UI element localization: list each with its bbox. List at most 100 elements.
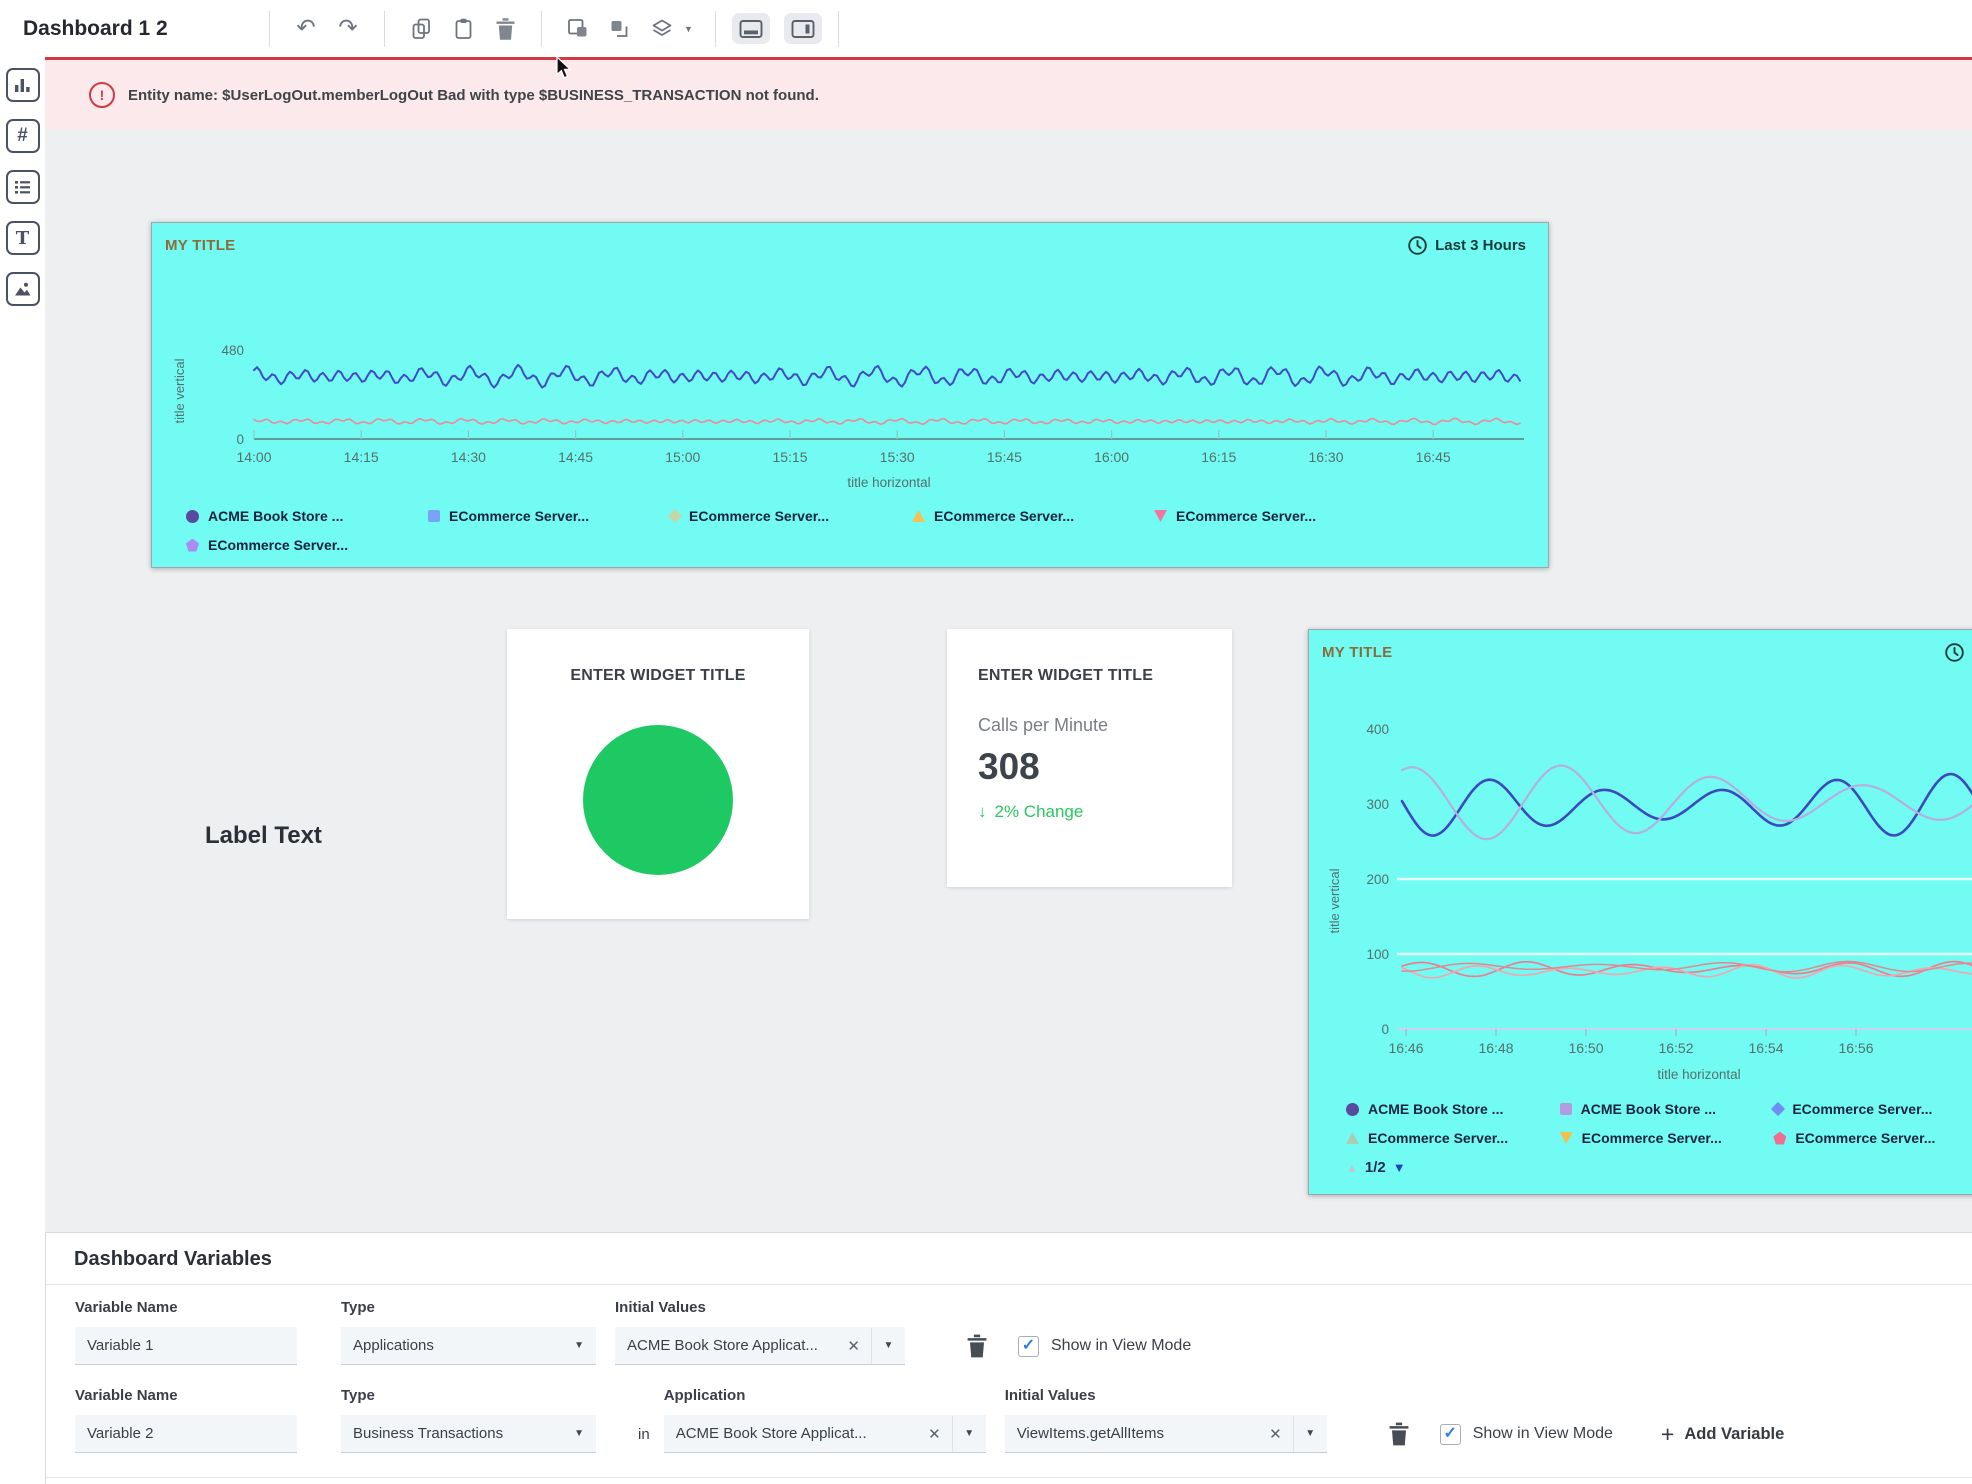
application-combo[interactable]: ACME Book Store Applicat... ✕ ▼ [664,1415,986,1453]
legend-label: ACME Book Store ... [208,508,343,524]
page-indicator: 1/2 [1365,1159,1386,1176]
svg-text:16:56: 16:56 [1838,1040,1873,1056]
delete-variable-button[interactable] [966,1333,988,1359]
initial-values-combo[interactable]: ViewItems.getAllItems✕▼ [1005,1415,1327,1453]
field-label: Type [341,1387,596,1405]
svg-text:15:30: 15:30 [880,449,915,465]
timeseries-widget-1[interactable]: MY TITLE Last 3 Hours 4800title vertical… [151,222,1549,568]
metric-change: ↓ 2% Change [978,802,1232,822]
legend-label: ECommerce Server... [689,508,829,524]
paste-icon [452,17,475,41]
clock-icon [1944,642,1965,663]
label-widget[interactable]: Label Text [205,822,322,850]
sidebar-item-image-widget[interactable] [6,272,40,306]
clear-icon[interactable]: ✕ [928,1425,941,1443]
time-range-label: Last 3 Hours [1435,237,1526,254]
legend-item[interactable]: ACME Book Store ... [186,508,428,524]
chevron-down-icon: ▼ [574,1428,584,1439]
metric-widget[interactable]: ENTER WIDGET TITLE Calls per Minute 308 … [947,629,1232,887]
pie-widget[interactable]: ENTER WIDGET TITLE [507,629,809,919]
layers-button[interactable] [648,15,676,43]
legend-pagination: ▲ 1/2 ▼ [1309,1159,1972,1176]
variable-field: ApplicationACME Book Store Applicat...✕▼ [664,1387,986,1453]
pentagon-marker-icon [1773,1132,1786,1145]
variable-name-input[interactable] [75,1327,297,1365]
clock-icon [1407,235,1428,256]
delete-variable-button[interactable] [1388,1421,1410,1447]
legend-label: ECommerce Server... [208,537,348,553]
row-actions: ✓Show in View Mode [924,1327,1191,1365]
sidebar-item-text-widget[interactable]: T [6,221,40,255]
pie-circle [583,725,733,875]
initial-values-combo[interactable]: ACME Book Store Applicat...✕▼ [615,1327,905,1365]
show-in-view-mode-checkbox[interactable]: ✓ [1440,1424,1461,1445]
legend-item[interactable]: ECommerce Server... [1346,1130,1560,1146]
send-backward-button[interactable] [606,15,634,43]
sidebar-item-list-widget[interactable] [6,170,40,204]
legend-item[interactable]: ECommerce Server... [1773,1101,1972,1117]
toggle-bottom-panel-button[interactable] [732,13,770,44]
trash-icon [495,17,516,41]
sidebar-item-chart-widget[interactable] [6,68,40,102]
legend-label: ACME Book Store ... [1581,1101,1716,1117]
sidebar-item-number-widget[interactable]: # [6,119,40,153]
selected-value: ACME Book Store Applicat... [676,1425,920,1442]
paste-button[interactable] [449,15,477,43]
page-down-icon[interactable]: ▼ [1393,1160,1406,1175]
error-message: Entity name: $UserLogOut.memberLogOut Ba… [128,87,819,104]
copy-button[interactable] [407,15,435,43]
legend-item[interactable]: ECommerce Server... [1773,1130,1972,1146]
svg-text:16:00: 16:00 [1094,449,1129,465]
toggle-right-panel-button[interactable] [784,13,822,44]
svg-text:300: 300 [1366,797,1389,812]
legend-item[interactable]: ACME Book Store ... [1346,1101,1560,1117]
type-select[interactable]: Applications▼ [341,1327,596,1365]
svg-text:16:15: 16:15 [1201,449,1236,465]
svg-text:14:15: 14:15 [344,449,379,465]
legend-item[interactable]: ECommerce Server... [912,508,1154,524]
chevron-down-icon[interactable]: ▼ [684,24,693,34]
chevron-down-icon[interactable]: ▼ [872,1340,905,1351]
legend-item[interactable]: ECommerce Server... [670,508,912,524]
legend-item[interactable]: ECommerce Server... [428,508,670,524]
metric-label: Calls per Minute [978,715,1232,736]
chevron-down-icon[interactable]: ▼ [953,1428,986,1439]
page-up-icon[interactable]: ▲ [1346,1161,1358,1175]
chevron-down-icon[interactable]: ▼ [1294,1428,1327,1439]
clear-icon[interactable]: ✕ [1269,1425,1282,1443]
add-variable-button[interactable]: +Add Variable [1661,1423,1784,1446]
bring-forward-icon [567,18,589,40]
time-range-selector[interactable]: Last 3 Hours [1407,235,1526,256]
bar-chart-icon [13,76,32,94]
legend-item[interactable]: ACME Book Store ... [1560,1101,1774,1117]
legend-label: ECommerce Server... [1582,1130,1722,1146]
variable-field: Initial ValuesACME Book Store Applicat..… [615,1299,905,1365]
undo-button[interactable]: ↶ [292,15,320,43]
show-in-view-mode-checkbox[interactable]: ✓ [1018,1336,1039,1357]
field-label: Initial Values [1005,1387,1327,1405]
field-label: Variable Name [75,1299,297,1317]
legend-item[interactable]: ECommerce Server... [186,537,428,553]
timeseries-widget-2[interactable]: MY TITLE 4003002001000title vertical16:4… [1308,629,1972,1195]
variable-name-input[interactable] [75,1415,297,1453]
delete-button[interactable] [491,15,519,43]
redo-button[interactable]: ↷ [334,15,362,43]
bring-forward-button[interactable] [564,15,592,43]
svg-text:title horizontal: title horizontal [1657,1067,1740,1082]
line-chart-svg: 4800title vertical14:0014:1514:3014:4515… [158,266,1538,494]
metric-value: 308 [978,746,1232,788]
clear-icon[interactable]: ✕ [847,1337,860,1355]
legend-item[interactable]: ECommerce Server... [1154,508,1396,524]
type-select[interactable]: Business Transactions▼ [341,1415,596,1453]
legend-label: ECommerce Server... [1795,1130,1935,1146]
redo-icon: ↷ [338,17,357,40]
legend-item[interactable]: ECommerce Server... [1560,1130,1774,1146]
variable-row: Variable NameTypeBusiness Transactions▼i… [75,1387,1972,1453]
circle-marker-icon [1346,1103,1359,1116]
time-range-selector[interactable] [1944,642,1965,663]
trash-icon [1388,1421,1410,1447]
variable-rows: Variable Name Type Applications▼ Initial Va… [46,1285,1972,1478]
svg-text:100: 100 [1366,947,1389,962]
svg-text:16:30: 16:30 [1308,449,1343,465]
square-marker-icon [428,510,440,522]
